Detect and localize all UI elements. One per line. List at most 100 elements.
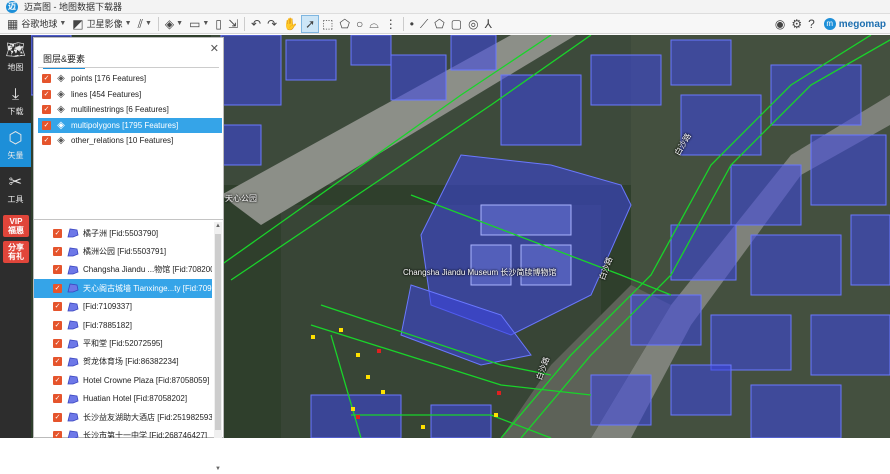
feature-row[interactable]: ✓ [Fid:7109337] bbox=[34, 298, 212, 316]
rectangle-icon: ▢ bbox=[450, 16, 463, 31]
draw-circle-button[interactable]: ◎ bbox=[465, 15, 481, 33]
feature-row[interactable]: ✓ Changsha Jiandu ...物馆 [Fid:7082008] bbox=[34, 261, 212, 279]
feature-row[interactable]: ✓ [Fid:7885182] bbox=[34, 316, 212, 334]
sidebar-item-label: 下载 bbox=[7, 106, 24, 116]
draw-line-button[interactable]: ⟋ bbox=[417, 15, 431, 33]
new-file-button[interactable]: ▯ bbox=[212, 15, 225, 33]
checkbox-checked-icon[interactable]: ✓ bbox=[53, 339, 62, 349]
select-button[interactable]: ➚ bbox=[301, 14, 320, 33]
satellite-icon: ◩ bbox=[72, 16, 84, 31]
checkbox-checked-icon[interactable]: ✓ bbox=[53, 265, 62, 275]
feature-row[interactable]: ✓ 橘洲公园 [Fid:5503791] bbox=[34, 242, 212, 260]
road-icon: ⫽ bbox=[137, 16, 143, 31]
undo-button[interactable]: ↶ bbox=[248, 15, 264, 33]
layer-row[interactable]: ✓ ◈ multilinestrings [6 Features] bbox=[38, 102, 222, 118]
close-icon[interactable]: ✕ bbox=[210, 42, 219, 55]
sidebar-item-map[interactable]: 🗺 地图 bbox=[0, 35, 31, 79]
circle-select-button[interactable]: ○ bbox=[353, 15, 366, 33]
feature-label: 橘洲公园 [Fid:5503791] bbox=[83, 247, 167, 257]
polygon-icon: ⬠ bbox=[434, 16, 445, 31]
feature-row[interactable]: ✓ 长沙益友湖助大酒店 [Fid:251982593] bbox=[34, 408, 212, 426]
vip-badge-line2: 福惠 bbox=[8, 226, 24, 235]
feature-row[interactable]: ✓ 贺龙体育场 [Fid:86382234] bbox=[34, 353, 212, 371]
measure-button[interactable]: ⅄ bbox=[482, 15, 495, 33]
checkbox-checked-icon[interactable]: ✓ bbox=[53, 320, 62, 330]
checkbox-checked-icon[interactable]: ✓ bbox=[53, 394, 62, 404]
imagery-dropdown[interactable]: ◩ 卫星影像 ▼ bbox=[69, 15, 134, 33]
redo-button[interactable]: ↷ bbox=[264, 15, 280, 33]
draw-point-button[interactable]: • bbox=[407, 15, 417, 33]
camera-icon: ◉ bbox=[774, 17, 786, 31]
checkbox-checked-icon[interactable]: ✓ bbox=[53, 357, 62, 367]
checkbox-checked-icon[interactable]: ✓ bbox=[53, 430, 62, 438]
title-bar: 迈 迈高图 - 地图数据下载器 bbox=[0, 0, 890, 14]
layer-row[interactable]: ✓ ◈ multipolygons [1795 Features] bbox=[38, 117, 222, 133]
checkbox-checked-icon[interactable]: ✓ bbox=[53, 247, 62, 257]
polygon-icon bbox=[67, 339, 79, 348]
checkbox-checked-icon[interactable]: ✓ bbox=[42, 105, 51, 115]
target-icon: ◎ bbox=[468, 16, 479, 31]
feature-label: [Fid:7885182] bbox=[83, 320, 132, 330]
lasso-icon: ⌓ bbox=[369, 16, 379, 31]
draw-rect-button[interactable]: ▢ bbox=[448, 15, 465, 33]
vip-badge-button[interactable]: VIP 福惠 bbox=[3, 215, 29, 237]
draw-polygon-button[interactable]: ⬠ bbox=[431, 15, 447, 33]
scroll-up-icon[interactable]: ▲ bbox=[214, 223, 222, 231]
checkbox-checked-icon[interactable]: ✓ bbox=[53, 283, 62, 293]
checkbox-checked-icon[interactable]: ✓ bbox=[53, 228, 62, 238]
checkbox-checked-icon[interactable]: ✓ bbox=[42, 120, 51, 130]
layer-label: points [176 Features] bbox=[71, 74, 147, 84]
feature-row[interactable]: ✓ Huatian Hotel [Fid:87058202] bbox=[34, 390, 212, 408]
basemap-dropdown[interactable]: ▦ 谷歌地球 ▼ bbox=[4, 15, 69, 33]
megomap-logo-icon: m bbox=[823, 18, 836, 30]
feature-row[interactable]: ✓ 天心阁古城墙 Tianxinge...ty [Fid:7096204] bbox=[34, 279, 212, 298]
layers-icon: ◈ bbox=[57, 135, 65, 147]
layers-icon: ◈ bbox=[57, 104, 65, 116]
polygon-icon bbox=[67, 320, 79, 330]
layers-dropdown[interactable]: ◈ ▼ bbox=[162, 15, 186, 33]
map-icon: 🗺 bbox=[5, 41, 26, 59]
checkbox-checked-icon[interactable]: ✓ bbox=[53, 302, 62, 312]
scrollbar-thumb[interactable] bbox=[215, 234, 221, 430]
screenshot-button[interactable]: ◉ bbox=[772, 15, 788, 33]
share-badge-button[interactable]: 分享 有礼 bbox=[3, 241, 29, 263]
freehand-select-button[interactable]: ⌓ bbox=[366, 15, 382, 33]
chevron-down-icon: ▼ bbox=[59, 20, 67, 27]
export-button[interactable]: ⇲ bbox=[225, 15, 241, 33]
polygon-select-button[interactable]: ⬠ bbox=[337, 15, 353, 33]
scroll-down-icon[interactable]: ▼ bbox=[214, 466, 222, 474]
checkbox-checked-icon[interactable]: ✓ bbox=[53, 375, 62, 385]
road-overlay-dropdown[interactable]: ⫽ ▼ bbox=[135, 15, 155, 33]
feature-row[interactable]: ✓ 橘子洲 [Fid:5503790] bbox=[34, 224, 212, 242]
rect-select-button[interactable]: ⬚ bbox=[319, 15, 336, 33]
layer-row[interactable]: ✓ ◈ lines [454 Features] bbox=[38, 87, 222, 103]
feature-row[interactable]: ✓ Hotel Crowne Plaza [Fid:87058059] bbox=[34, 371, 212, 389]
sidebar-item-vector[interactable]: ⬡ 矢量 bbox=[0, 123, 31, 167]
checkbox-checked-icon[interactable]: ✓ bbox=[42, 136, 51, 146]
feature-row[interactable]: ✓ 平和堂 [Fid:52072595] bbox=[34, 334, 212, 352]
toolbar: ▦ 谷歌地球 ▼ ◩ 卫星影像 ▼ ⫽ ▼ ◈ ▼ ▭ ▼ ▯ ⇲ ↶ ↷ ✋ … bbox=[0, 14, 890, 34]
chevron-down-icon: ▼ bbox=[144, 20, 152, 27]
more-select-button[interactable]: ⋮ bbox=[382, 15, 400, 33]
sidebar-item-download[interactable]: ⤓ 下载 bbox=[0, 79, 31, 123]
feature-label: 长沙益友湖助大酒店 [Fid:251982593] bbox=[83, 412, 212, 422]
brand-name: megomap bbox=[838, 18, 886, 30]
checkbox-checked-icon[interactable]: ✓ bbox=[42, 89, 51, 99]
checkbox-checked-icon[interactable]: ✓ bbox=[53, 412, 62, 422]
layer-row[interactable]: ✓ ◈ other_relations [10 Features] bbox=[38, 133, 222, 149]
sidebar-item-label: 矢量 bbox=[7, 150, 24, 160]
help-button[interactable]: ? bbox=[805, 15, 818, 33]
file-icon: ▯ bbox=[215, 16, 222, 31]
ruler-icon: ⅄ bbox=[484, 16, 492, 31]
open-folder-button[interactable]: ▭ ▼ bbox=[186, 15, 212, 33]
basemap-label: 谷歌地球 bbox=[21, 19, 58, 29]
pan-button[interactable]: ✋ bbox=[280, 15, 301, 33]
point-icon: • bbox=[409, 16, 414, 31]
feature-row[interactable]: ✓ 长沙市第十一中学 [Fid:268746427] bbox=[34, 426, 212, 438]
chevron-down-icon: ▼ bbox=[124, 20, 132, 27]
settings-button[interactable]: ⚙ bbox=[788, 15, 805, 33]
layers-icon: ◈ bbox=[57, 119, 65, 131]
layer-row[interactable]: ✓ ◈ points [176 Features] bbox=[38, 71, 222, 87]
sidebar-item-tools[interactable]: ✂ 工具 bbox=[0, 167, 31, 211]
checkbox-checked-icon[interactable]: ✓ bbox=[42, 74, 51, 84]
